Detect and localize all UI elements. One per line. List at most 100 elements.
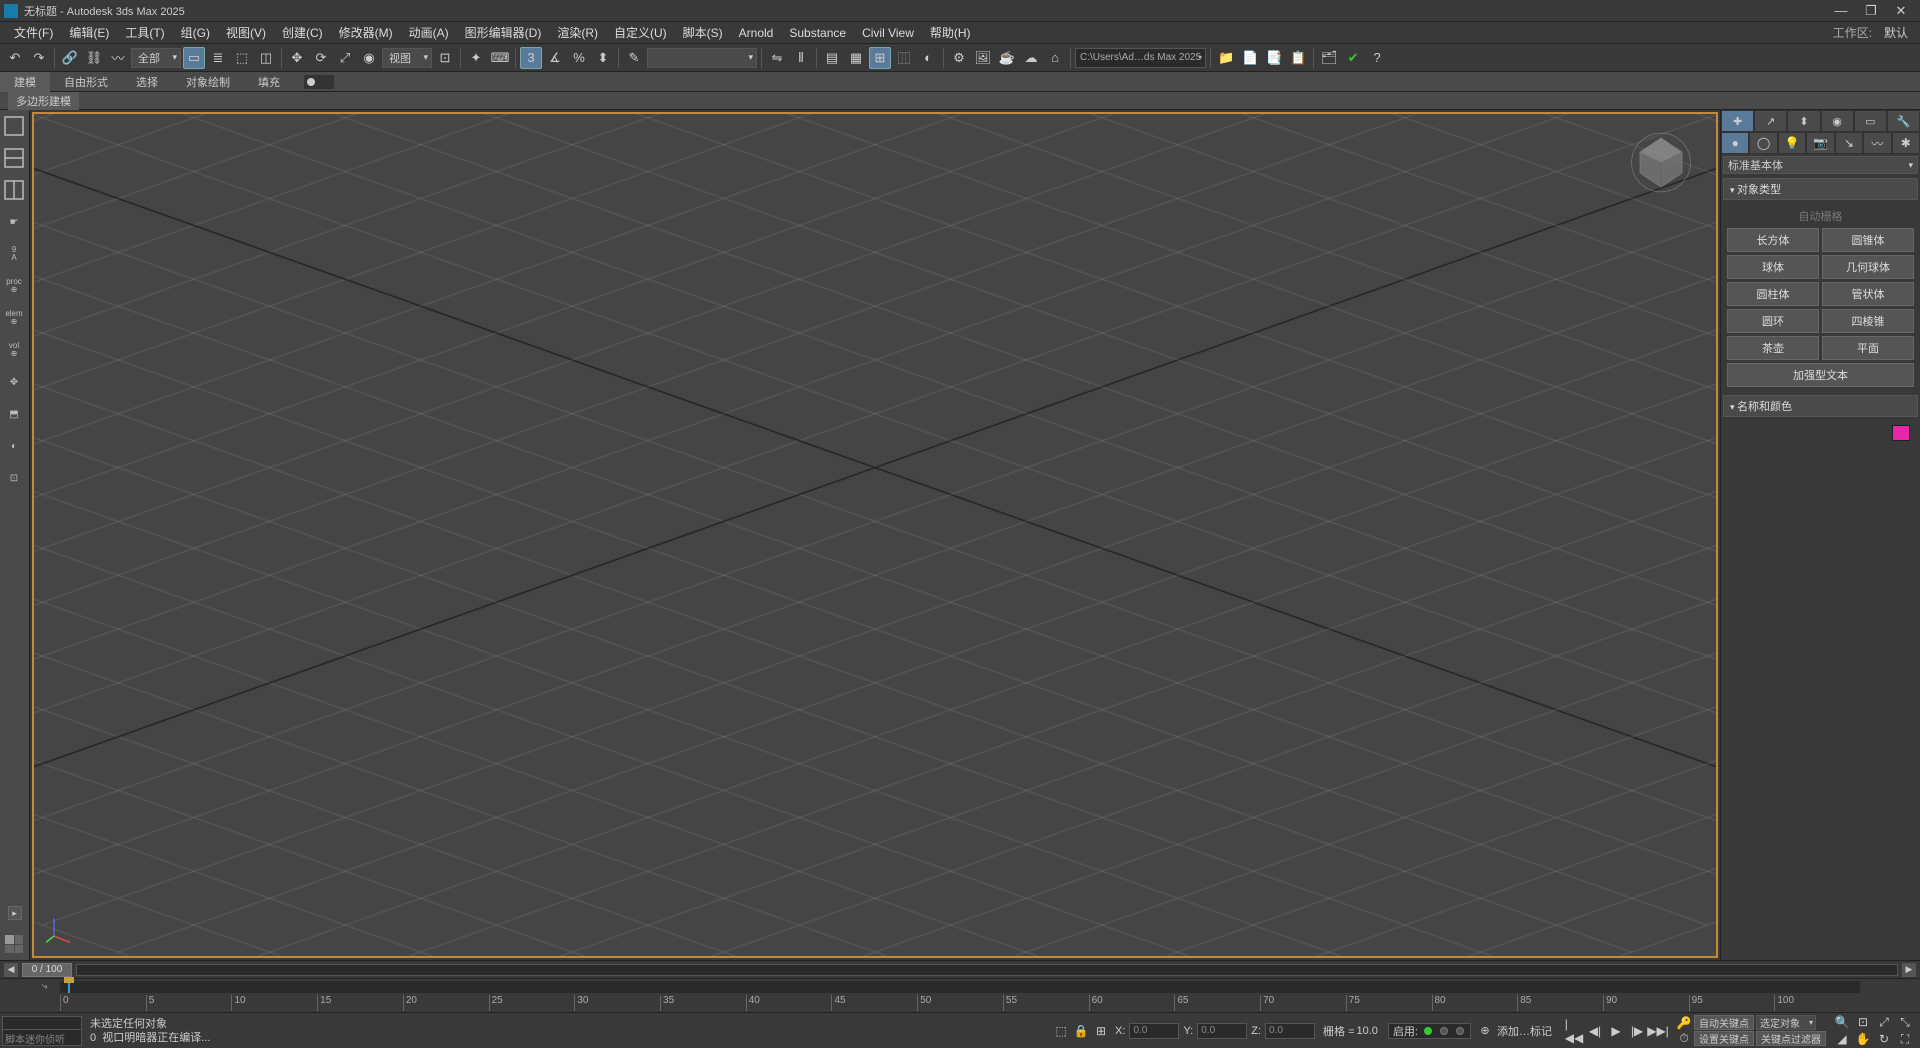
- select-scale-button[interactable]: ⤢: [334, 47, 356, 69]
- time-config-button[interactable]: ⏱: [1674, 1031, 1694, 1046]
- create-sphere-button[interactable]: 球体: [1727, 255, 1819, 279]
- object-color-swatch[interactable]: [1892, 425, 1910, 441]
- align-button[interactable]: ⫴: [790, 47, 812, 69]
- cat-cameras[interactable]: 📷: [1806, 132, 1834, 154]
- left-tool-12[interactable]: ⊡: [2, 466, 26, 490]
- left-tool-1[interactable]: [2, 114, 26, 138]
- maximize-button[interactable]: ❐: [1856, 2, 1886, 20]
- edit-named-selection-button[interactable]: ✎: [623, 47, 645, 69]
- open-autodesk-store-button[interactable]: ⌂: [1044, 47, 1066, 69]
- left-tool-2[interactable]: [2, 146, 26, 170]
- set-project-folder-button[interactable]: 📁: [1215, 47, 1237, 69]
- track-bar[interactable]: ⤷ 05101520253035404550556065707580859095…: [0, 978, 1920, 1012]
- y-input[interactable]: 0.0: [1197, 1023, 1247, 1039]
- cat-shapes[interactable]: ◯: [1749, 132, 1777, 154]
- goto-start-button[interactable]: |◀◀: [1564, 1021, 1584, 1041]
- project-path-field[interactable]: C:\Users\Ad…ds Max 2025: [1075, 48, 1206, 68]
- rollout-name-color-header[interactable]: 名称和颜色: [1723, 395, 1918, 417]
- project-button-3[interactable]: 📑: [1263, 47, 1285, 69]
- zoom-all-button[interactable]: ⊡: [1853, 1014, 1873, 1030]
- left-tool-9[interactable]: ✥: [2, 370, 26, 394]
- create-tube-button[interactable]: 管状体: [1822, 282, 1914, 306]
- layer-explorer-button[interactable]: ▤: [821, 47, 843, 69]
- left-tool-3[interactable]: [2, 178, 26, 202]
- render-production-button[interactable]: ☕: [996, 47, 1018, 69]
- track-bar-track[interactable]: [60, 981, 1860, 993]
- menu-edit[interactable]: 编辑(E): [61, 22, 117, 43]
- play-button[interactable]: ▶: [1606, 1021, 1626, 1041]
- named-selection-set[interactable]: [647, 48, 757, 68]
- zoom-extents-all-button[interactable]: ⤡: [1895, 1014, 1915, 1030]
- goto-end-button[interactable]: ▶▶|: [1648, 1021, 1668, 1041]
- project-button-5[interactable]: 🗂: [1318, 47, 1340, 69]
- use-pivot-center-button[interactable]: ⊡: [434, 47, 456, 69]
- schematic-view-button[interactable]: ⿲: [893, 47, 915, 69]
- menu-create[interactable]: 创建(C): [274, 22, 331, 43]
- keyboard-shortcut-button[interactable]: ⌨: [489, 47, 511, 69]
- minimize-button[interactable]: ―: [1826, 2, 1856, 20]
- hierarchy-tab[interactable]: ⬍: [1787, 110, 1820, 132]
- menu-scripting[interactable]: 脚本(S): [675, 22, 731, 43]
- cat-spacewarps[interactable]: 〰: [1863, 132, 1891, 154]
- left-tool-11[interactable]: ◐: [2, 434, 26, 458]
- create-torus-button[interactable]: 圆环: [1727, 309, 1819, 333]
- ribbon-tab-object-paint[interactable]: 对象绘制: [172, 72, 244, 92]
- left-tool-proc[interactable]: proc⊕: [2, 274, 26, 298]
- keyframe-target-dropdown[interactable]: 选定对象: [1756, 1015, 1816, 1030]
- pan-button[interactable]: ✋: [1853, 1031, 1873, 1047]
- maxscript-mini-listener[interactable]: 脚本迷你侦听: [2, 1016, 82, 1046]
- cat-helpers[interactable]: ↘: [1835, 132, 1863, 154]
- time-head[interactable]: [68, 979, 70, 993]
- menu-substance[interactable]: Substance: [781, 24, 854, 42]
- isolate-selection-button[interactable]: ⬚: [1051, 1021, 1071, 1041]
- create-geosphere-button[interactable]: 几何球体: [1822, 255, 1914, 279]
- select-place-button[interactable]: ◉: [358, 47, 380, 69]
- menu-group[interactable]: 组(G): [173, 22, 218, 43]
- menu-views[interactable]: 视图(V): [218, 22, 274, 43]
- z-input[interactable]: 0.0: [1265, 1023, 1315, 1039]
- setkey-button[interactable]: 设置关键点: [1694, 1031, 1754, 1046]
- rollout-object-type-header[interactable]: 对象类型: [1723, 178, 1918, 200]
- ribbon-tab-selection[interactable]: 选择: [122, 72, 172, 92]
- toggle-ribbon-button[interactable]: ▦: [845, 47, 867, 69]
- enable-leds[interactable]: 启用:: [1388, 1023, 1471, 1039]
- redo-button[interactable]: ↷: [28, 47, 50, 69]
- menu-help[interactable]: 帮助(H): [922, 22, 979, 43]
- help-button[interactable]: ?: [1366, 47, 1388, 69]
- track-icon[interactable]: ⤷: [42, 981, 48, 992]
- create-cone-button[interactable]: 圆锥体: [1822, 228, 1914, 252]
- mirror-button[interactable]: ⇋: [766, 47, 788, 69]
- key-mode-button[interactable]: 🔑: [1674, 1015, 1694, 1030]
- create-teapot-button[interactable]: 茶壶: [1727, 336, 1819, 360]
- material-editor-button[interactable]: ◐: [917, 47, 939, 69]
- add-time-tag[interactable]: ⊕ 添加…标记: [1477, 1023, 1552, 1039]
- select-by-name-button[interactable]: ≣: [207, 47, 229, 69]
- cat-systems[interactable]: ✱: [1892, 132, 1920, 154]
- time-prev-button[interactable]: ◀: [4, 963, 18, 977]
- select-object-button[interactable]: ▭: [183, 47, 205, 69]
- left-tool-vol[interactable]: vol⊕: [2, 338, 26, 362]
- display-tab[interactable]: ▭: [1854, 110, 1887, 132]
- time-next-button[interactable]: ▶: [1902, 963, 1916, 977]
- zoom-button[interactable]: 🔍: [1832, 1014, 1852, 1030]
- select-manipulate-button[interactable]: ✦: [465, 47, 487, 69]
- fov-button[interactable]: ◢: [1832, 1031, 1852, 1047]
- curve-editor-button[interactable]: ⊞: [869, 47, 891, 69]
- angle-snap-button[interactable]: ∡: [544, 47, 566, 69]
- unlink-button[interactable]: ⛓: [83, 47, 105, 69]
- snap-toggle-button[interactable]: 3: [520, 47, 542, 69]
- time-slider-handle[interactable]: 0 / 100: [22, 963, 72, 977]
- prev-frame-button[interactable]: ◀|: [1585, 1021, 1605, 1041]
- link-button[interactable]: 🔗: [59, 47, 81, 69]
- window-crossing-button[interactable]: ◫: [255, 47, 277, 69]
- utilities-tab[interactable]: 🔧: [1887, 110, 1920, 132]
- render-frame-window-button[interactable]: 🖼: [972, 47, 994, 69]
- left-tool-4[interactable]: ☛: [2, 210, 26, 234]
- menu-file[interactable]: 文件(F): [6, 22, 61, 43]
- autokey-button[interactable]: 自动关键点: [1694, 1015, 1754, 1030]
- menu-civil-view[interactable]: Civil View: [854, 24, 922, 42]
- close-button[interactable]: ✕: [1886, 2, 1916, 20]
- viewport-layout-button[interactable]: [2, 932, 26, 956]
- next-frame-button[interactable]: |▶: [1627, 1021, 1647, 1041]
- cat-lights[interactable]: 💡: [1778, 132, 1806, 154]
